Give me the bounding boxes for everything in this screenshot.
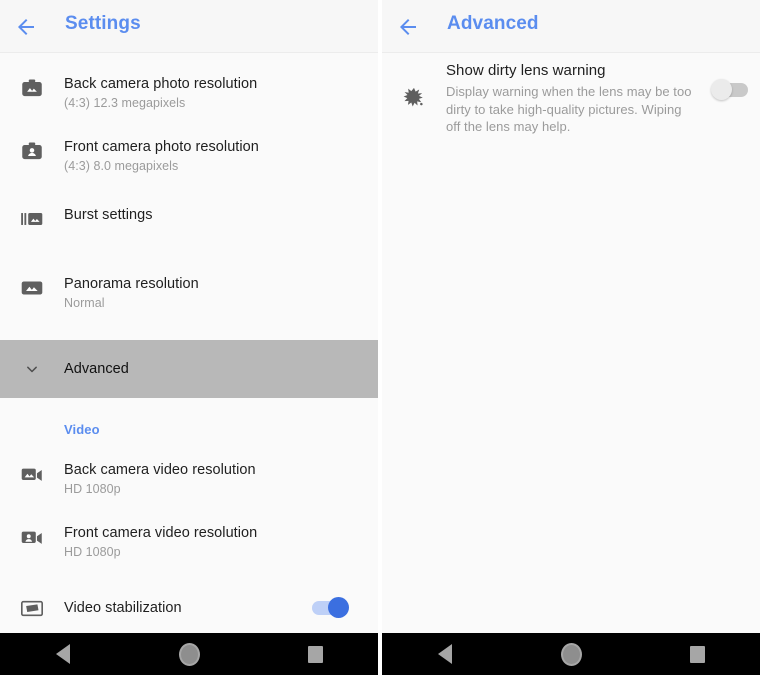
burst-icon <box>0 206 64 232</box>
list-item-title: Back camera video resolution <box>64 462 256 478</box>
list-item-text: Back camera photo resolution (4:3) 12.3 … <box>64 75 378 112</box>
nav-home-icon[interactable] <box>541 633 601 675</box>
toggle-thumb <box>711 79 732 100</box>
list-item-subtitle: Normal <box>64 296 105 310</box>
nav-back-icon[interactable] <box>415 633 475 675</box>
arrow-back-icon[interactable] <box>14 15 38 39</box>
list-item-text: Front camera video resolution HD 1080p <box>64 524 378 561</box>
list-item-text: Burst settings <box>64 206 378 225</box>
list-item-title: Back camera photo resolution <box>64 76 258 92</box>
list-item-text: Panorama resolution Normal <box>64 275 378 312</box>
nav-recent-icon[interactable] <box>667 633 727 675</box>
list-item-dirty-lens-warning[interactable]: Show dirty lens warning Display warning … <box>382 61 760 136</box>
right-appbar: Advanced <box>382 0 760 53</box>
list-item-text: Video stabilization <box>64 597 378 618</box>
nav-home-icon[interactable] <box>159 633 219 675</box>
section-label: Video <box>64 422 100 437</box>
advanced-settings-list: Show dirty lens warning Display warning … <box>382 61 760 642</box>
right-android-navbar <box>382 633 760 675</box>
list-item-text: Show dirty lens warning Display warning … <box>446 61 760 136</box>
list-item-title: Burst settings <box>64 207 153 223</box>
list-item-advanced[interactable]: Advanced <box>0 340 378 398</box>
list-item-burst-settings[interactable]: Burst settings <box>0 206 378 252</box>
list-item-subtitle: (4:3) 8.0 megapixels <box>64 159 179 173</box>
video-stabilization-toggle[interactable] <box>312 597 349 618</box>
list-item-back-photo-resolution[interactable]: Back camera photo resolution (4:3) 12.3 … <box>0 75 378 121</box>
list-item-title: Video stabilization <box>64 599 182 616</box>
toggle-thumb <box>328 597 349 618</box>
list-item-video-stabilization[interactable]: Video stabilization <box>0 591 378 625</box>
list-item-front-video-resolution[interactable]: Front camera video resolution HD 1080p <box>0 524 378 570</box>
camera-front-icon <box>0 138 64 164</box>
list-item-text: Front camera photo resolution (4:3) 8.0 … <box>64 138 378 175</box>
dirty-lens-warning-toggle[interactable] <box>711 79 748 100</box>
left-appbar: Settings <box>0 0 378 53</box>
list-item-subtitle: (4:3) 12.3 megapixels <box>64 96 186 110</box>
right-phone-screen: Advanced Show dirty lens warning Display… <box>382 0 760 675</box>
list-item-subtitle: HD 1080p <box>64 482 121 496</box>
splat-icon <box>382 85 446 111</box>
list-item-text: Back camera video resolution HD 1080p <box>64 461 378 498</box>
list-item-title: Front camera photo resolution <box>64 139 259 155</box>
list-item-text: Advanced <box>64 360 378 379</box>
list-item-title: Show dirty lens warning <box>446 62 606 79</box>
video-front-icon <box>0 524 64 550</box>
camera-back-icon <box>0 75 64 101</box>
panorama-icon <box>0 275 64 301</box>
section-header-video: Video <box>0 421 378 439</box>
list-item-description: Display warning when the lens may be too… <box>446 84 692 134</box>
list-item-title: Front camera video resolution <box>64 525 258 541</box>
list-item-subtitle: HD 1080p <box>64 545 121 559</box>
arrow-back-icon[interactable] <box>396 15 420 39</box>
page-title: Settings <box>65 13 141 34</box>
stabilization-icon <box>0 595 64 621</box>
video-back-icon <box>0 461 64 487</box>
list-item-title: Panorama resolution <box>64 276 199 292</box>
page-title: Advanced <box>447 13 539 34</box>
list-item-front-photo-resolution[interactable]: Front camera photo resolution (4:3) 8.0 … <box>0 138 378 184</box>
nav-recent-icon[interactable] <box>285 633 345 675</box>
list-item-back-video-resolution[interactable]: Back camera video resolution HD 1080p <box>0 461 378 507</box>
chevron-down-icon <box>0 359 64 379</box>
list-item-title: Advanced <box>64 360 129 377</box>
left-android-navbar <box>0 633 378 675</box>
settings-list: Back camera photo resolution (4:3) 12.3 … <box>0 75 378 675</box>
left-phone-screen: Settings Back camera photo resolution (4… <box>0 0 378 675</box>
screenshot-root: Settings Back camera photo resolution (4… <box>0 0 760 675</box>
list-item-panorama-resolution[interactable]: Panorama resolution Normal <box>0 275 378 321</box>
nav-back-icon[interactable] <box>33 633 93 675</box>
